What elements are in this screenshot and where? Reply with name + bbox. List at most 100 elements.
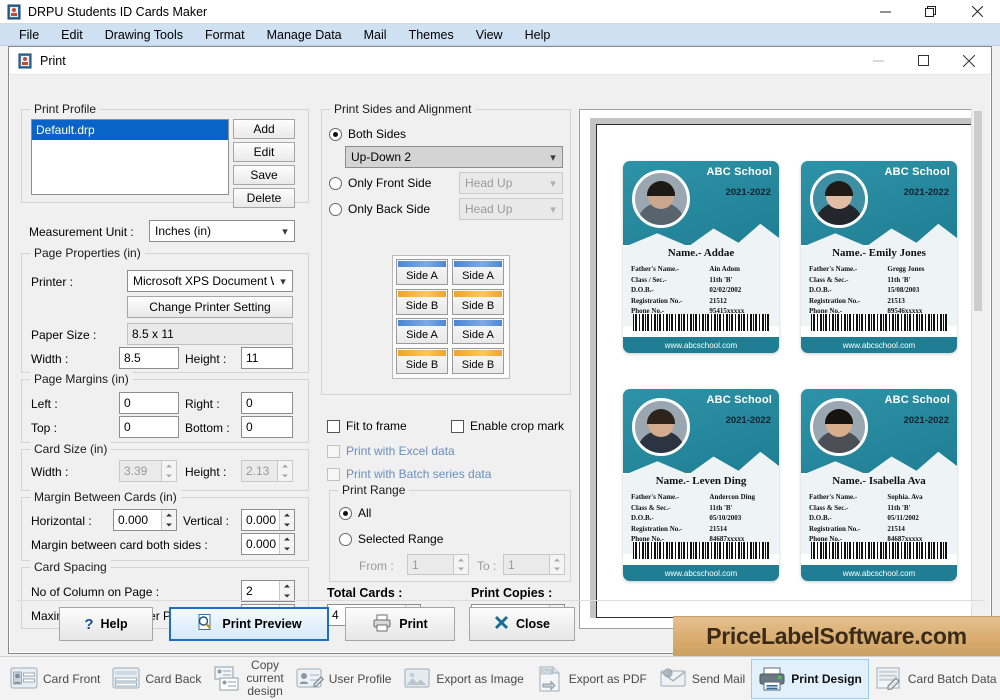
add-profile-button[interactable]: Add xyxy=(233,119,295,139)
toolbar-send-mail[interactable]: @ Send Mail xyxy=(653,659,751,699)
dialog-minimize-button[interactable] xyxy=(856,47,901,75)
id-card[interactable]: ABC School 2021-2022 Name.- Addae Father… xyxy=(623,161,779,353)
menu-item-drawing-tools[interactable]: Drawing Tools xyxy=(94,26,194,44)
card-name-line: Name.- Addae xyxy=(623,247,779,259)
close-dialog-button[interactable]: Close xyxy=(469,607,575,641)
fit-to-frame-checkbox[interactable]: Fit to frame xyxy=(327,419,407,433)
range-to-stepper[interactable]: 1 xyxy=(503,554,565,575)
horizontal-margin-stepper[interactable]: 0.000 xyxy=(113,509,177,531)
only-back-side-radio[interactable]: Only Back Side xyxy=(329,202,430,216)
id-card[interactable]: ABC School 2021-2022 Name.- Isabella Ava xyxy=(801,389,957,581)
menu-item-themes[interactable]: Themes xyxy=(398,26,465,44)
stepper-arrows[interactable] xyxy=(279,510,294,530)
toolbar-card-front[interactable]: Card Front xyxy=(4,659,106,699)
card-width-stepper[interactable]: 3.39 xyxy=(119,460,177,482)
both-sides-mode-select[interactable]: Up-Down 2 ▾ xyxy=(345,146,563,168)
print-profile-list[interactable]: Default.drp xyxy=(31,119,229,195)
margin-right-field[interactable]: 0 xyxy=(241,392,293,414)
toolbar-export-pdf[interactable]: PDF Export as PDF xyxy=(530,659,653,699)
both-sides-margin-stepper[interactable]: 0.000 xyxy=(241,533,295,555)
vertical-margin-stepper[interactable]: 0.000 xyxy=(241,509,295,531)
enable-crop-mark-checkbox[interactable]: Enable crop mark xyxy=(451,419,564,433)
only-back-mode-select[interactable]: Head Up ▾ xyxy=(459,198,563,220)
toolbar-card-back[interactable]: Card Back xyxy=(106,659,207,699)
card-school-name: ABC School xyxy=(706,166,772,178)
both-sides-radio[interactable]: Both Sides xyxy=(329,127,406,141)
stepper-arrows[interactable] xyxy=(549,555,564,574)
checkbox-indicator xyxy=(327,467,340,481)
close-button[interactable] xyxy=(954,0,1000,24)
card-height-stepper[interactable]: 2.13 xyxy=(241,460,293,482)
scrollbar-thumb[interactable] xyxy=(974,111,982,311)
stepper-arrows[interactable] xyxy=(161,461,176,481)
minimize-button[interactable] xyxy=(862,0,908,24)
only-front-mode-select[interactable]: Head Up ▾ xyxy=(459,172,563,194)
card-year: 2021-2022 xyxy=(903,187,949,198)
detail-value: Sophia. Ava xyxy=(887,493,923,501)
dialog-maximize-button[interactable] xyxy=(901,47,946,75)
margin-top-field[interactable]: 0 xyxy=(119,416,179,438)
stepper-arrows[interactable] xyxy=(279,534,294,554)
id-card[interactable]: ABC School 2021-2022 Name.- Emily Jones xyxy=(801,161,957,353)
stepper-arrows[interactable] xyxy=(161,510,176,530)
photo-hair xyxy=(825,409,853,425)
stepper-arrows[interactable] xyxy=(453,555,468,574)
change-printer-setting-button[interactable]: Change Printer Setting xyxy=(127,296,293,318)
save-profile-button[interactable]: Save xyxy=(233,165,295,185)
side-cell[interactable]: Side B xyxy=(452,347,504,374)
side-cell[interactable]: Side B xyxy=(452,288,504,315)
card-school-name: ABC School xyxy=(884,394,950,406)
menu-item-help[interactable]: Help xyxy=(514,26,562,44)
toolbar-print-design[interactable]: Print Design xyxy=(751,658,869,699)
menu-item-edit[interactable]: Edit xyxy=(50,26,94,44)
side-cell[interactable]: Side A xyxy=(452,318,504,344)
delete-profile-button[interactable]: Delete xyxy=(233,188,295,208)
range-from-stepper[interactable]: 1 xyxy=(407,554,469,575)
toolbar-card-batch-data[interactable]: Card Batch Data xyxy=(869,659,1000,699)
printer-select[interactable]: Microsoft XPS Document Wi ▾ xyxy=(127,270,293,292)
print-range-all-radio[interactable]: All xyxy=(339,506,371,520)
margin-left-field[interactable]: 0 xyxy=(119,392,179,414)
page-width-field[interactable]: 8.5 xyxy=(119,347,179,369)
print-preview-pane[interactable]: ABC School 2021-2022 Name.- Addae Father… xyxy=(579,109,984,629)
vertical-margin-value: 0.000 xyxy=(246,513,277,527)
side-cell[interactable]: Side A xyxy=(396,259,448,285)
stepper-arrows[interactable] xyxy=(277,461,292,481)
menu-item-file[interactable]: File xyxy=(8,26,50,44)
maximize-button[interactable] xyxy=(908,0,954,24)
card-name-label: Name.- xyxy=(832,247,866,259)
menu-item-mail[interactable]: Mail xyxy=(353,26,398,44)
print-button[interactable]: Print xyxy=(345,607,455,641)
detail-key: Registration No.- xyxy=(631,524,683,533)
toolbar-copy-design[interactable]: Copy current design xyxy=(207,659,289,699)
measurement-unit-select[interactable]: Inches (in) ▾ xyxy=(149,220,295,242)
side-cell[interactable]: Side A xyxy=(452,259,504,285)
toolbar-print-design-label: Print Design xyxy=(791,671,862,686)
toolbar-export-image[interactable]: Export as Image xyxy=(397,659,529,699)
menu-item-view[interactable]: View xyxy=(465,26,514,44)
toolbar-user-profile[interactable]: User Profile xyxy=(290,659,398,699)
stepper-arrows[interactable] xyxy=(279,581,294,601)
print-range-selected-radio[interactable]: Selected Range xyxy=(339,532,443,546)
print-with-batch-checkbox[interactable]: Print with Batch series data xyxy=(327,467,491,481)
preview-vertical-scrollbar[interactable] xyxy=(971,109,984,629)
page-height-field[interactable]: 11 xyxy=(241,347,293,369)
card-name-line: Name.- Emily Jones xyxy=(801,247,957,259)
help-button[interactable]: ? Help xyxy=(59,607,153,641)
list-item[interactable]: Default.drp xyxy=(32,120,228,140)
print-preview-button[interactable]: Print Preview xyxy=(169,607,329,641)
id-card[interactable]: ABC School 2021-2022 Name.- Leven Ding F… xyxy=(623,389,779,581)
edit-profile-button[interactable]: Edit xyxy=(233,142,295,162)
margin-bottom-field[interactable]: 0 xyxy=(241,416,293,438)
side-cell[interactable]: Side A xyxy=(396,318,448,344)
paper-size-field[interactable]: 8.5 x 11 xyxy=(127,323,293,345)
only-front-side-radio[interactable]: Only Front Side xyxy=(329,176,431,190)
print-with-excel-checkbox[interactable]: Print with Excel data xyxy=(327,444,455,458)
side-cell[interactable]: Side B xyxy=(396,347,448,374)
menu-item-format[interactable]: Format xyxy=(194,26,256,44)
side-cell[interactable]: Side B xyxy=(396,288,448,315)
menu-item-manage-data[interactable]: Manage Data xyxy=(256,26,353,44)
dialog-close-button[interactable] xyxy=(946,47,991,75)
card-year: 2021-2022 xyxy=(903,415,949,426)
columns-on-page-stepper[interactable]: 2 xyxy=(241,580,295,602)
